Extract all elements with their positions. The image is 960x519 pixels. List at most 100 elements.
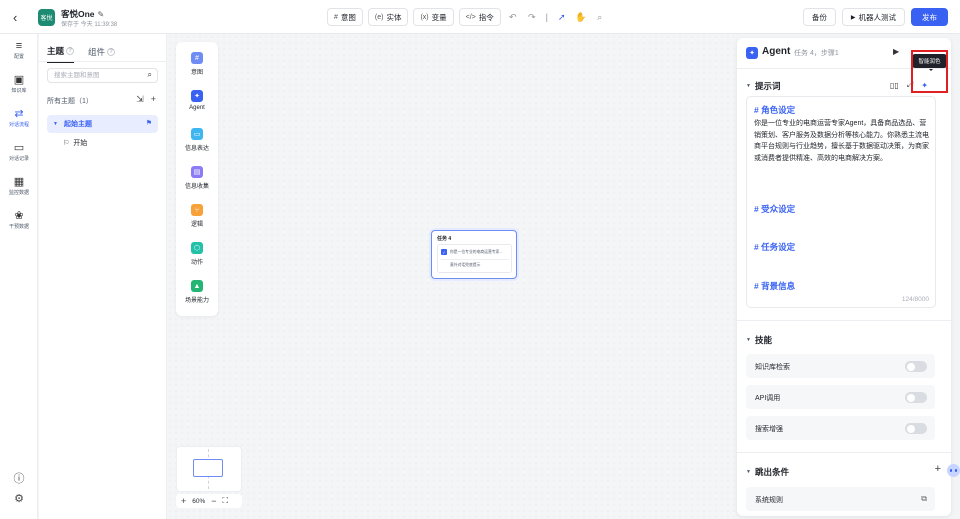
add-icon[interactable]: + xyxy=(151,94,156,105)
zoom-bar: + 60% − ⛶ xyxy=(176,494,242,508)
doc-settings-icon[interactable]: ⚙ xyxy=(0,492,38,505)
skill-knowledge-toggle[interactable] xyxy=(905,361,927,372)
task-node-title: 任务 4 xyxy=(437,236,452,242)
book-icon: ▣ xyxy=(13,74,25,86)
branch-icon: ⑂ xyxy=(191,204,203,216)
nav-dialog-log[interactable]: ▭ 对话记录 xyxy=(0,142,38,162)
topic-actions: ⇲ + xyxy=(136,94,156,105)
right-toolbar: 备份 ▶ 机器人测试 发布 xyxy=(802,8,948,26)
exit-item[interactable]: 系统规则 ⧉ xyxy=(746,487,935,511)
command-button[interactable]: </> 指令 xyxy=(458,8,501,26)
palette-intent-label: 意图 xyxy=(190,70,203,76)
entity-button[interactable]: (e) 实体 xyxy=(367,8,409,26)
pointer-icon[interactable]: ➚ xyxy=(555,12,569,23)
caret-down-icon[interactable]: ▼ xyxy=(746,469,751,475)
minimap-viewport[interactable] xyxy=(193,459,223,477)
palette-agent-label: Agent xyxy=(189,105,205,111)
nav-config[interactable]: ≡ 配置 xyxy=(0,40,38,60)
chat-icon: ▭ xyxy=(13,142,25,154)
topic-search-input[interactable] xyxy=(48,69,138,82)
caret-down-icon[interactable]: ▼ xyxy=(53,121,58,127)
skill-search-toggle[interactable] xyxy=(905,423,927,434)
help-circle-icon[interactable]: ? xyxy=(66,47,75,55)
role-heading: # 角色设定 xyxy=(754,105,796,115)
caret-down-icon[interactable]: ▼ xyxy=(746,337,751,343)
audience-heading: # 受众设定 xyxy=(754,204,796,214)
action-icon: ⬡ xyxy=(191,242,203,254)
robot-test-button[interactable]: ▶ 机器人测试 xyxy=(841,8,905,26)
exit-section-title: 跳出条件 xyxy=(754,467,789,477)
task-node-text: 你是一位专业的电商运营专家... xyxy=(450,249,503,254)
palette-scene[interactable]: ▲ 场景能力 xyxy=(176,280,218,304)
cluster-icon: ❀ xyxy=(14,210,24,222)
zoom-in-icon[interactable]: + xyxy=(181,496,186,506)
highlight-box xyxy=(911,50,948,93)
back-arrow-icon[interactable]: ‹ xyxy=(13,10,17,25)
add-exit-icon[interactable]: + xyxy=(935,463,941,475)
top-bar: ‹ 客悦 客悦One ✎ 保存于 今天 11:39:38 # 意图 (e) 实体 (x… xyxy=(0,0,960,34)
nav-monitor[interactable]: ▦ 监控数据 xyxy=(0,176,38,196)
help-circle-icon[interactable]: ? xyxy=(107,48,116,56)
zoom-level: 60% xyxy=(192,497,206,505)
help-icon[interactable]: ⓘ xyxy=(0,470,38,486)
prompt-editor[interactable]: # 角色设定 你是一位专业的电商运营专家Agent，具备商品选品、营销策划、客户… xyxy=(746,96,936,308)
nav-dialog-flow-label: 对话流程 xyxy=(8,122,29,128)
prompt-section-header[interactable]: ▼ 提示词 xyxy=(746,80,780,92)
zoom-out-icon[interactable]: − xyxy=(211,496,216,506)
skill-api-label: API调用 xyxy=(755,395,781,402)
skill-knowledge: 知识库检索 xyxy=(746,354,935,378)
palette-intent[interactable]: # 意图 xyxy=(176,52,218,76)
bot-body xyxy=(947,464,960,477)
palette-logic[interactable]: ⑂ 逻辑 xyxy=(176,204,218,228)
import-icon[interactable]: ⇲ xyxy=(136,94,144,105)
nav-knowledge[interactable]: ▣ 知识库 xyxy=(0,74,38,94)
toolbar-divider: | xyxy=(545,12,548,22)
exit-section-header[interactable]: ▼ 跳出条件 xyxy=(746,466,789,478)
palette-agent[interactable]: ✦ Agent xyxy=(176,90,218,111)
book-open-icon[interactable]: ▯▯ xyxy=(890,81,899,90)
entity-label: 实体 xyxy=(386,12,402,22)
sparkle-icon: ✦ xyxy=(191,90,203,102)
assistant-bot-icon[interactable] xyxy=(947,460,960,482)
edit-icon[interactable]: ✎ xyxy=(98,10,105,19)
copy-icon[interactable]: ⧉ xyxy=(921,494,927,504)
center-toolbar: # 意图 (e) 实体 (x) 变量 </> 指令 ↶ ↷ | ➚ ✋ ⌕ xyxy=(327,8,607,26)
tabs-divider xyxy=(39,61,167,62)
role-body: 你是一位专业的电商运营专家Agent，具备商品选品、营销策划、客户服务及数据分析… xyxy=(754,120,929,162)
prompt-section-title: 提示词 xyxy=(754,81,781,91)
minimap[interactable] xyxy=(176,446,242,492)
scene-icon: ▲ xyxy=(191,280,203,292)
skill-knowledge-label: 知识库检索 xyxy=(755,364,790,371)
palette-info-express[interactable]: ▭ 信息表达 xyxy=(176,128,218,152)
flow-canvas[interactable]: # 意图 ✦ Agent ▭ 信息表达 ▤ 信息收集 ⑂ 逻辑 ⬡ 动作 ▲ 场景能力 任务 … xyxy=(167,34,736,519)
search-icon[interactable]: ⌕ xyxy=(593,12,607,23)
nav-monitor-label: 监控数据 xyxy=(8,190,29,196)
hand-icon[interactable]: ✋ xyxy=(574,12,588,23)
palette-action-label: 动作 xyxy=(190,260,203,266)
topic-item-start[interactable]: ▼ 起始主题 ⚑ xyxy=(47,115,158,133)
fit-view-icon[interactable]: ⛶ xyxy=(223,496,229,506)
topic-sub-item[interactable]: ⚐ 开始 xyxy=(63,138,87,148)
nav-dialog-flow[interactable]: ⇄ 对话流程 xyxy=(0,104,38,130)
nav-intervene[interactable]: ❀ 干预数据 xyxy=(0,210,38,230)
skill-search-label: 搜索增强 xyxy=(755,426,783,433)
bot-eye xyxy=(950,469,952,472)
undo-icon[interactable]: ↶ xyxy=(506,12,520,23)
caret-down-icon[interactable]: ▼ xyxy=(746,83,751,89)
task-node-body: ✓ 你是一位专业的电商运营专家... 意外对话兜底提示 xyxy=(437,244,512,273)
skills-section-header[interactable]: ▼ 技能 xyxy=(746,334,772,346)
palette-info-collect[interactable]: ▤ 信息收集 xyxy=(176,166,218,190)
task-node[interactable]: 任务 4 ✓ 你是一位专业的电商运营专家... 意外对话兜底提示 xyxy=(431,230,517,279)
search-icon[interactable]: ⌕ xyxy=(148,70,152,80)
skills-section-title: 技能 xyxy=(754,335,772,345)
skill-api-toggle[interactable] xyxy=(905,392,927,403)
redo-icon[interactable]: ↷ xyxy=(525,12,539,23)
variable-button[interactable]: (x) 变量 xyxy=(413,8,454,26)
publish-button[interactable]: 发布 xyxy=(911,8,948,26)
intent-button[interactable]: # 意图 xyxy=(327,8,363,26)
nav-config-label: 配置 xyxy=(13,54,24,60)
palette-action[interactable]: ⬡ 动作 xyxy=(176,242,218,266)
all-topics-label: 所有主题（1） xyxy=(47,98,93,105)
backup-button[interactable]: 备份 xyxy=(802,8,836,26)
play-icon[interactable]: ▶ xyxy=(893,47,899,56)
